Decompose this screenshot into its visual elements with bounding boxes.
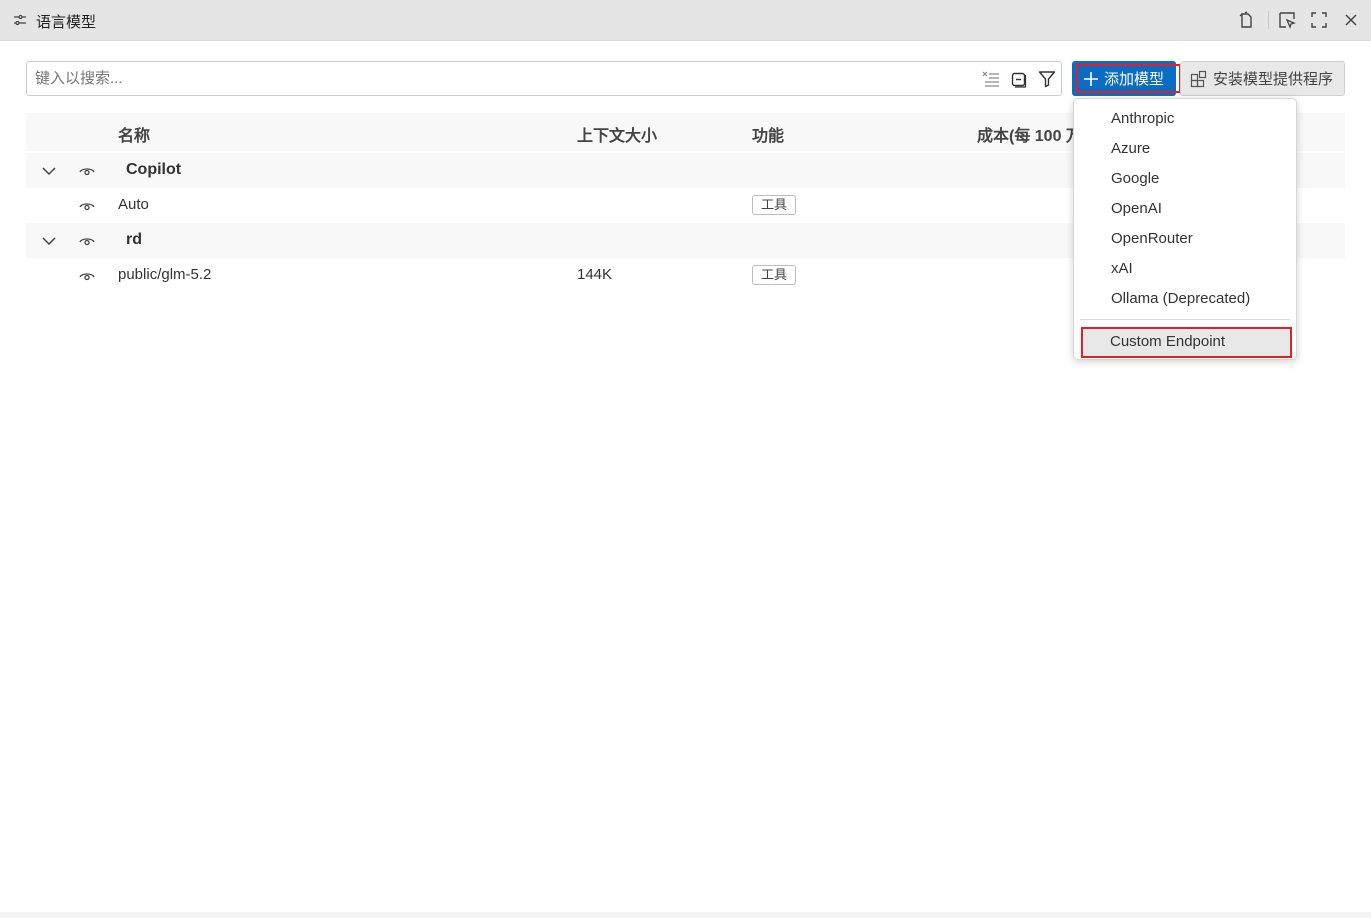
clear-filter-button[interactable] [981, 69, 1001, 89]
fullscreen-button[interactable] [1308, 9, 1330, 31]
add-model-dropdown: Anthropic Azure Google OpenAI OpenRouter… [1073, 98, 1297, 360]
settings-sliders-icon [14, 14, 26, 26]
eye-icon[interactable] [78, 232, 96, 250]
install-provider-button[interactable]: 安装模型提供程序 [1180, 61, 1345, 96]
group-name: Copilot [126, 161, 182, 178]
collapse-all-button[interactable] [1009, 69, 1029, 89]
capability-tag: 工具 [752, 265, 797, 285]
add-model-button[interactable]: 添加模型 [1072, 61, 1176, 96]
model-name: public/glm-5.2 [118, 266, 212, 283]
menu-item-anthropic[interactable]: Anthropic [1075, 104, 1295, 134]
chevron-down-icon[interactable] [40, 232, 58, 250]
menu-item-custom-endpoint[interactable]: Custom Endpoint [1082, 327, 1290, 357]
menu-item-openrouter[interactable]: OpenRouter [1075, 224, 1295, 254]
menu-item-azure[interactable]: Azure [1075, 134, 1295, 164]
search-input[interactable] [35, 62, 965, 95]
chevron-down-icon[interactable] [40, 162, 58, 180]
collapse-icon [1011, 72, 1027, 88]
filter-icon [1038, 71, 1056, 88]
column-header-capability[interactable]: 功能 [752, 122, 784, 146]
bottom-edge [0, 912, 1371, 918]
eye-icon[interactable] [78, 197, 96, 215]
menu-item-xai[interactable]: xAI [1075, 254, 1295, 284]
close-icon [1345, 14, 1357, 26]
install-provider-label: 安装模型提供程序 [1213, 71, 1334, 88]
window-title: 语言模型 [36, 14, 97, 31]
column-header-name[interactable]: 名称 [118, 122, 150, 146]
model-name: Auto [118, 196, 149, 213]
menu-item-ollama[interactable]: Ollama (Deprecated) [1075, 284, 1295, 314]
search-box [26, 61, 1062, 96]
menu-separator [1080, 319, 1290, 320]
menu-item-google[interactable]: Google [1075, 164, 1295, 194]
plus-icon [1084, 71, 1098, 86]
filter-button[interactable] [1037, 69, 1057, 89]
eye-icon[interactable] [78, 267, 96, 285]
capability-tag: 工具 [752, 195, 797, 215]
eye-icon[interactable] [78, 162, 96, 180]
model-context: 144K [577, 266, 613, 283]
column-header-cost[interactable]: 成本(每 100 万 [977, 122, 1082, 146]
add-model-label: 添加模型 [1104, 71, 1165, 88]
select-element-button[interactable] [1276, 9, 1298, 31]
attach-icon [1239, 11, 1252, 28]
select-element-icon [1279, 12, 1296, 29]
attach-button[interactable] [1235, 9, 1257, 31]
fullscreen-icon [1311, 12, 1327, 28]
clear-filter-icon [982, 71, 999, 87]
title-bar-separator [1268, 11, 1269, 29]
close-button[interactable] [1340, 9, 1362, 31]
group-name: rd [126, 231, 142, 248]
column-header-context[interactable]: 上下文大小 [577, 122, 657, 146]
menu-item-openai[interactable]: OpenAI [1075, 194, 1295, 224]
extensions-icon [1190, 70, 1207, 87]
title-bar: 语言模型 [0, 0, 1371, 41]
